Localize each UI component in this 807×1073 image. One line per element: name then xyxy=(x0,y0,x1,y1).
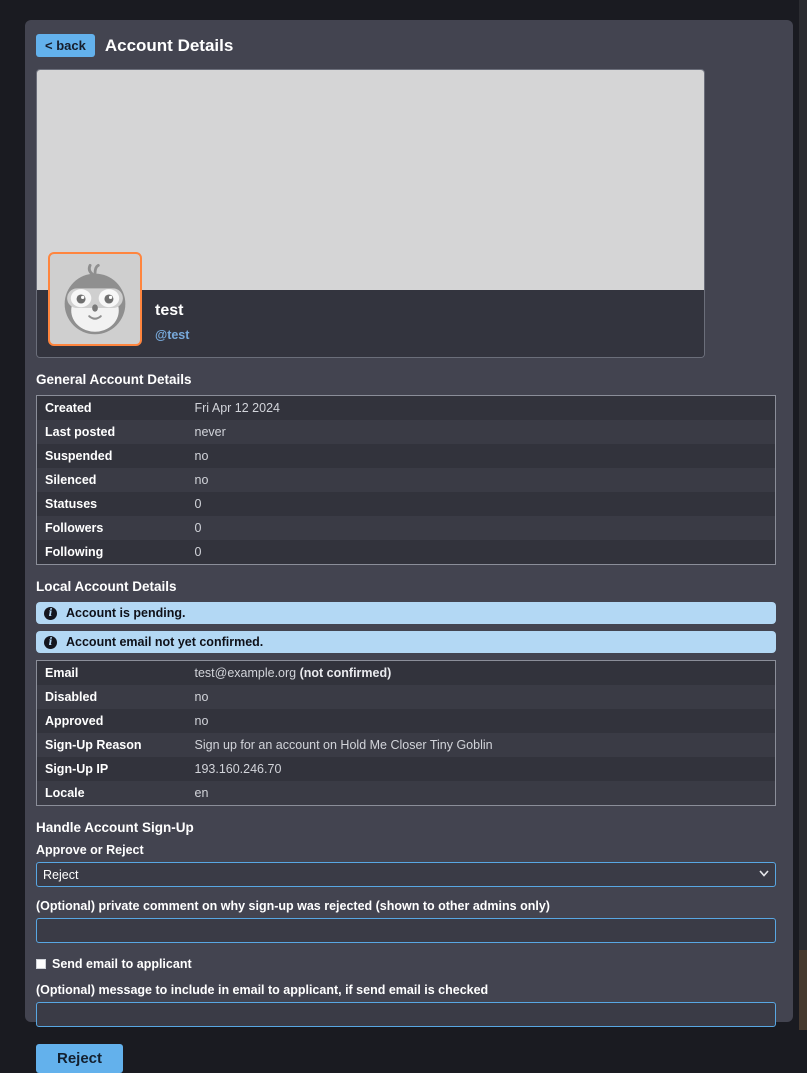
send-email-checkbox[interactable] xyxy=(36,959,46,969)
notice-text: Account is pending. xyxy=(66,606,185,620)
pending-notice: i Account is pending. xyxy=(36,602,776,624)
local-details-table: Emailtest@example.org (not confirmed) Di… xyxy=(36,660,776,806)
scrollbar-thumb[interactable] xyxy=(799,950,807,1030)
notice-text: Account email not yet confirmed. xyxy=(66,635,263,649)
account-handle[interactable]: @test xyxy=(155,328,704,342)
email-not-confirmed-note: (not confirmed) xyxy=(300,666,392,680)
general-details-table: CreatedFri Apr 12 2024 Last postednever … xyxy=(36,395,776,565)
table-row: Last postednever xyxy=(37,420,776,444)
table-row: Following0 xyxy=(37,540,776,565)
send-email-row: Send email to applicant xyxy=(36,957,776,971)
approve-reject-select-wrap: Reject xyxy=(36,862,776,887)
table-row: Emailtest@example.org (not confirmed) xyxy=(37,661,776,686)
profile-bar: test @test xyxy=(37,290,704,357)
table-row: Approvedno xyxy=(37,709,776,733)
private-comment-label: (Optional) private comment on why sign-u… xyxy=(36,899,776,913)
general-details-heading: General Account Details xyxy=(36,372,776,387)
handle-signup-heading: Handle Account Sign-Up xyxy=(36,820,776,835)
table-row: Suspendedno xyxy=(37,444,776,468)
scrollbar-track[interactable] xyxy=(799,0,807,1030)
email-unconfirmed-notice: i Account email not yet confirmed. xyxy=(36,631,776,653)
email-message-label: (Optional) message to include in email t… xyxy=(36,983,776,997)
private-comment-input[interactable] xyxy=(36,918,776,943)
table-row: Localeen xyxy=(37,781,776,806)
table-row: Sign-Up ReasonSign up for an account on … xyxy=(37,733,776,757)
sloth-avatar xyxy=(48,252,142,346)
email-value: test@example.org xyxy=(195,666,297,680)
info-circle-icon: i xyxy=(44,607,57,620)
page-title: Account Details xyxy=(105,36,233,56)
reject-button[interactable]: Reject xyxy=(36,1044,123,1073)
back-button[interactable]: < back xyxy=(36,34,95,57)
table-row: Statuses0 xyxy=(37,492,776,516)
table-row: Silencedno xyxy=(37,468,776,492)
table-row: Disabledno xyxy=(37,685,776,709)
page-header: < back Account Details xyxy=(36,34,776,57)
approve-reject-select[interactable]: Reject xyxy=(36,862,776,887)
approve-reject-label: Approve or Reject xyxy=(36,843,776,857)
send-email-label: Send email to applicant xyxy=(52,957,192,971)
table-row: Sign-Up IP193.160.246.70 xyxy=(37,757,776,781)
table-row: Followers0 xyxy=(37,516,776,540)
sloth-icon xyxy=(54,258,136,340)
display-name: test xyxy=(155,302,704,320)
local-details-heading: Local Account Details xyxy=(36,579,776,594)
info-circle-icon: i xyxy=(44,636,57,649)
account-details-panel: < back Account Details xyxy=(25,20,793,1022)
profile-card: test @test xyxy=(36,69,705,358)
email-message-input[interactable] xyxy=(36,1002,776,1027)
table-row: CreatedFri Apr 12 2024 xyxy=(37,396,776,421)
